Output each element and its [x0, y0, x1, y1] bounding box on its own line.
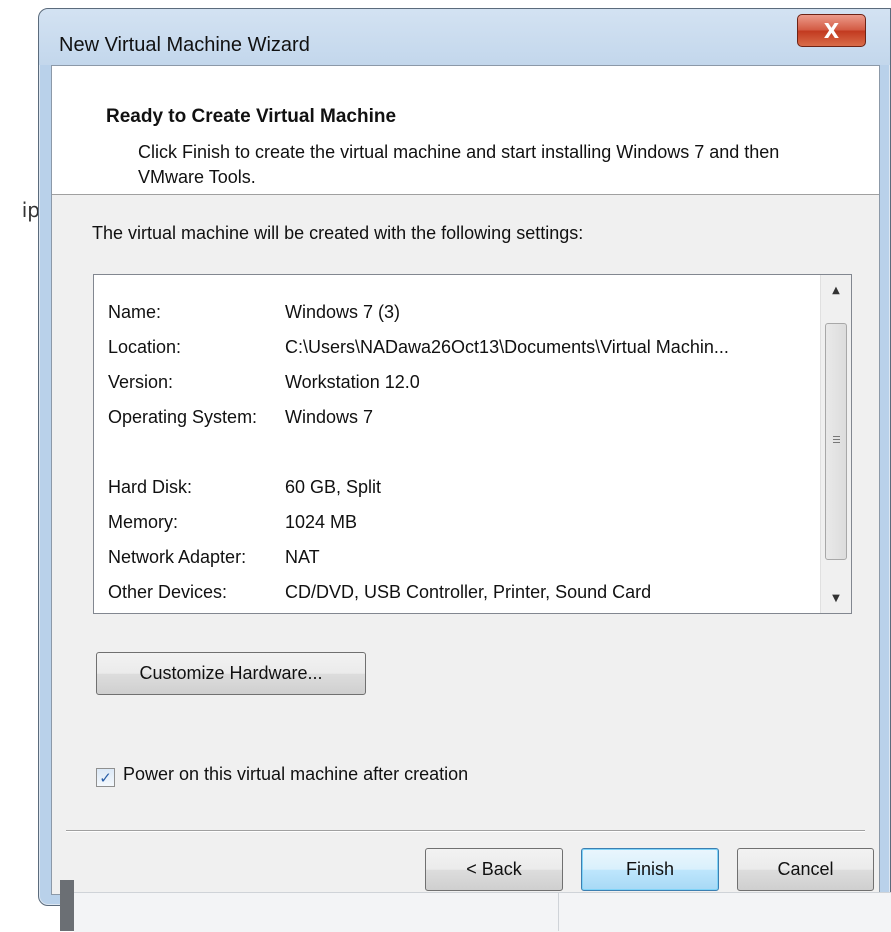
finish-button[interactable]: Finish [581, 848, 719, 891]
background-fragment-text: ip [21, 198, 40, 222]
cancel-button[interactable]: Cancel [737, 848, 874, 891]
setting-value: 60 GB, Split [285, 477, 382, 497]
setting-value: Workstation 12.0 [285, 372, 420, 392]
customize-hardware-button[interactable]: Customize Hardware... [96, 652, 366, 695]
title-bar[interactable]: New Virtual Machine Wizard X [39, 9, 890, 65]
power-on-label[interactable]: Power on this virtual machine after crea… [123, 764, 468, 785]
scroll-thumb[interactable] [825, 323, 847, 560]
setting-label: Version: [108, 372, 174, 392]
setting-label: Name: [108, 302, 162, 322]
setting-value: 1024 MB [285, 512, 358, 532]
background-panel [74, 892, 891, 932]
window-title: New Virtual Machine Wizard [59, 34, 310, 56]
grip-line [833, 439, 840, 440]
footer-divider [66, 830, 865, 832]
setting-label: Hard Disk: [108, 477, 193, 497]
checkmark-icon: ✓ [99, 768, 112, 787]
setting-label: Location: [108, 337, 182, 357]
setting-value: C:\Users\NADawa26Oct13\Documents\Virtual… [285, 337, 729, 357]
page-description: Click Finish to create the virtual machi… [138, 142, 780, 187]
close-icon: X [823, 18, 840, 43]
grip-line [833, 442, 840, 443]
setting-label: Memory: [108, 512, 179, 532]
page-title: Ready to Create Virtual Machine [106, 106, 397, 127]
setting-value: Windows 7 (3) [285, 302, 401, 322]
scroll-down-arrow-icon[interactable]: ▼ [821, 583, 851, 613]
close-button[interactable]: X [797, 14, 866, 47]
setting-value: NAT [285, 547, 320, 567]
wizard-client-area: Ready to Create Virtual Machine Click Fi… [51, 65, 880, 895]
setting-value: Windows 7 [285, 407, 374, 427]
settings-list[interactable]: Name: Windows 7 (3) Location: C:\Users\N… [93, 274, 852, 614]
wizard-window: New Virtual Machine Wizard X Ready to Cr… [38, 8, 891, 906]
setting-label: Operating System: [108, 407, 258, 427]
wizard-header: Ready to Create Virtual Machine Click Fi… [52, 66, 879, 195]
grip-line [833, 436, 840, 437]
back-button[interactable]: < Back [425, 848, 563, 891]
scroll-up-arrow-icon[interactable]: ▲ [821, 275, 851, 305]
background-panel-edge [60, 880, 74, 931]
setting-value: CD/DVD, USB Controller, Printer, Sound C… [285, 582, 652, 602]
setting-label: Other Devices: [108, 582, 228, 602]
background-panel-divider [558, 892, 559, 931]
vertical-scrollbar[interactable]: ▲ ▼ [820, 275, 851, 613]
power-on-checkbox[interactable]: ✓ [96, 768, 115, 787]
setting-label: Network Adapter: [108, 547, 247, 567]
settings-intro: The virtual machine will be created with… [92, 223, 584, 243]
